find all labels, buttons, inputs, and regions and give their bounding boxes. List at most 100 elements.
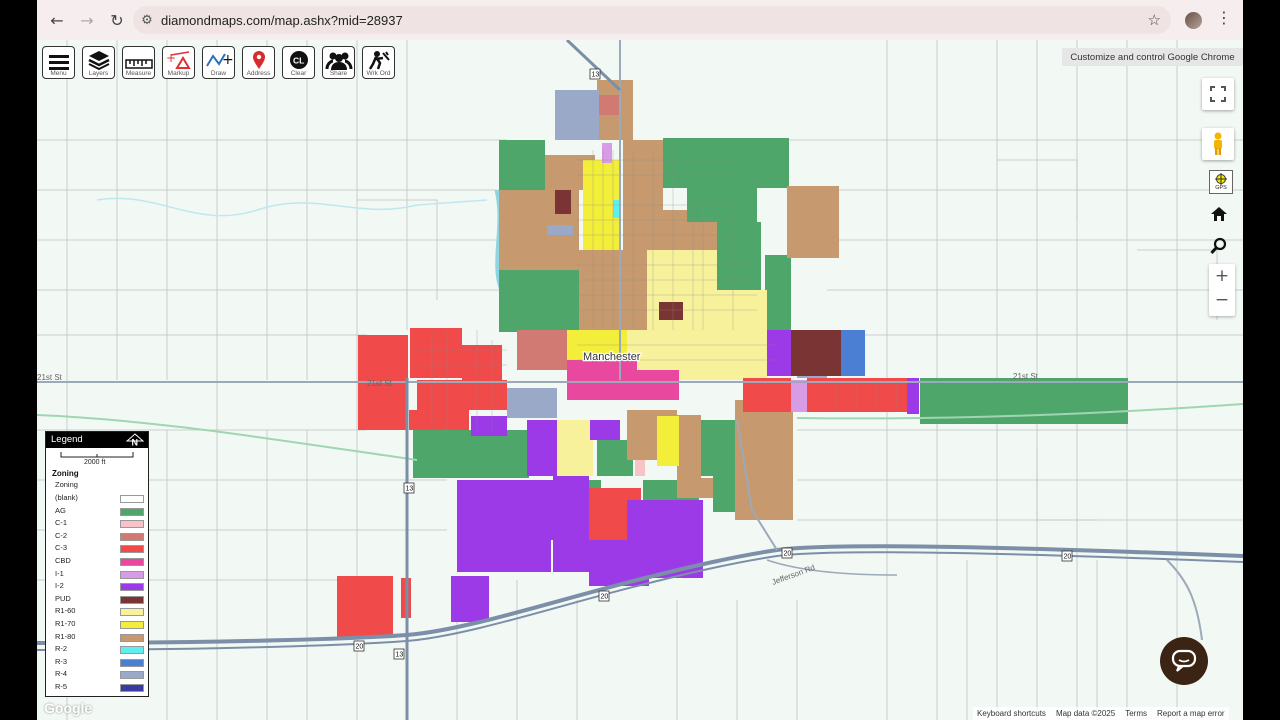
legend-item: PUD (55, 594, 147, 607)
share-button[interactable]: Share (322, 46, 355, 79)
legend-item-label: R-5 (55, 682, 68, 691)
measure-button[interactable]: Measure (122, 46, 155, 79)
legend-item-label: R1-80 (55, 631, 76, 641)
svg-text:CL: CL (293, 56, 304, 66)
address-bar[interactable]: ⚙ diamondmaps.com/map.ashx?mid=28937 ☆ (133, 6, 1171, 34)
people-icon (325, 52, 352, 70)
legend-item: CBD (55, 556, 147, 569)
markup-icon: + (166, 51, 191, 69)
svg-text:20: 20 (1064, 554, 1072, 561)
legend-item-label: (blank) (55, 493, 78, 502)
layers-button[interactable]: Layers (82, 46, 115, 79)
profile-avatar[interactable] (1185, 12, 1202, 29)
bookmark-star-icon[interactable]: ☆ (1148, 11, 1161, 29)
legend-swatch (120, 583, 144, 592)
legend-item: I-1 (55, 569, 147, 582)
legend-item-label: PUD (55, 593, 71, 603)
legend-swatch (120, 671, 144, 680)
search-button[interactable] (1207, 234, 1231, 258)
site-settings-icon[interactable]: ⚙ (133, 13, 161, 28)
back-button[interactable]: ← (43, 6, 71, 34)
legend-item-label: R-4 (55, 669, 68, 679)
legend-swatch (120, 658, 144, 667)
zoom-control: + − (1209, 264, 1235, 316)
report-error-link[interactable]: Report a map error (1157, 709, 1225, 718)
reload-button[interactable]: ↻ (103, 6, 131, 34)
map-data-text: Map data ©2025 (1055, 709, 1116, 718)
svg-text:N: N (132, 438, 139, 448)
chat-bubble-icon (1171, 649, 1197, 672)
legend-item: R1-60 (55, 606, 147, 619)
map-pin-icon (252, 51, 265, 69)
svg-text:20: 20 (356, 644, 364, 651)
google-logo: Google (44, 700, 93, 716)
zoom-in-button[interactable]: + (1209, 264, 1235, 288)
legend-item: R-2 (55, 644, 147, 657)
fullscreen-button[interactable] (1202, 78, 1234, 110)
home-button[interactable] (1207, 202, 1231, 226)
menu-button[interactable]: Menu (42, 46, 75, 79)
menu-icon (48, 55, 69, 70)
legend-swatch (120, 633, 144, 642)
legend-swatch (120, 532, 144, 541)
legend-item: R1-70 (55, 619, 147, 632)
legend-swatch (120, 507, 144, 516)
svg-text:20: 20 (601, 594, 609, 601)
worker-icon (368, 51, 390, 70)
map-toolbar: Menu Layers Measure + Markup + Draw Addr… (42, 46, 395, 79)
legend-swatch (120, 684, 144, 692)
legend-swatch (120, 495, 144, 503)
legend-item: AG (55, 506, 147, 519)
forward-button[interactable]: → (73, 6, 101, 34)
zoom-out-button[interactable]: − (1209, 288, 1235, 312)
north-arrow-icon: N (126, 433, 144, 447)
markup-button[interactable]: + Markup (162, 46, 195, 79)
browser-toolbar: ← → ↻ ⚙ diamondmaps.com/map.ashx?mid=289… (37, 0, 1243, 40)
legend-item-label: R1-60 (55, 606, 76, 616)
legend-item-label: C-3 (55, 543, 68, 553)
clear-icon: CL (289, 51, 308, 69)
legend-item: R-4 (55, 669, 147, 682)
street-view-button[interactable] (1202, 128, 1234, 160)
terms-link[interactable]: Terms (1125, 709, 1147, 718)
legend-swatch (120, 520, 144, 529)
legend-subtitle: Zoning (55, 480, 78, 489)
legend-swatch (120, 545, 144, 554)
svg-text:13: 13 (406, 486, 414, 493)
legend-item-label: I-2 (55, 581, 64, 591)
legend-item: C-2 (55, 531, 147, 544)
road-label-21st-east: 21st St (1013, 372, 1039, 381)
draw-button[interactable]: + Draw (202, 46, 235, 79)
legend-item-label: CBD (55, 556, 71, 565)
legend-item: R-5 (55, 682, 147, 695)
legend-item-label: R-3 (55, 656, 68, 666)
legend-item: C-3 (55, 543, 147, 556)
home-icon (1211, 207, 1227, 221)
legend-item-label: R-2 (55, 644, 68, 654)
svg-text:13: 13 (592, 72, 600, 79)
gps-button[interactable]: GPS (1209, 170, 1233, 194)
legend-item: I-2 (55, 581, 147, 594)
legend-swatch (120, 570, 144, 579)
legend-header: Legend N (46, 432, 148, 448)
clear-button[interactable]: CL Clear (282, 46, 315, 79)
legend-item: C-1 (55, 518, 147, 531)
legend-item-label: R1-70 (55, 619, 76, 628)
zoning-map[interactable]: 13 13 13 20 20 20 20 Manchester 21st St … (37, 40, 1243, 720)
chrome-menu-button[interactable]: ⋮ (1213, 8, 1235, 32)
keyboard-shortcuts-link[interactable]: Keyboard shortcuts (977, 709, 1046, 718)
svg-text:+: + (166, 51, 176, 65)
legend-item-label: AG (55, 505, 66, 515)
chrome-menu-tooltip: Customize and control Google Chrome (1062, 48, 1243, 66)
svg-text:+: + (222, 52, 233, 68)
legend-swatch (120, 558, 144, 566)
browser-window: ← → ↻ ⚙ diamondmaps.com/map.ashx?mid=289… (37, 0, 1243, 720)
legend-section-title: Zoning (52, 469, 79, 478)
work-order-button[interactable]: Wrk Ord (362, 46, 395, 79)
legend-swatch (120, 646, 144, 655)
chat-button[interactable] (1160, 637, 1208, 685)
legend-item: R-3 (55, 657, 147, 670)
address-button[interactable]: Address (242, 46, 275, 79)
pegman-icon (1214, 132, 1222, 155)
legend-swatch (120, 608, 144, 617)
